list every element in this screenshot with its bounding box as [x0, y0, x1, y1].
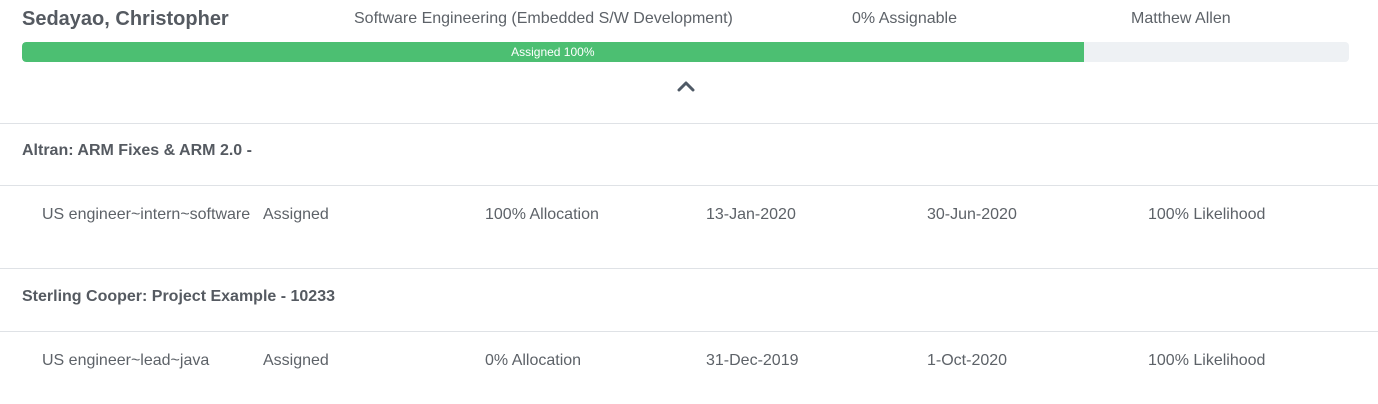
assignment-allocation: 100% Allocation	[485, 206, 599, 223]
person-discipline: Software Engineering (Embedded S/W Devel…	[354, 10, 733, 27]
assignment-end-date: 1-Oct-2020	[927, 352, 1008, 369]
project-title[interactable]: Altran: ARM Fixes & ARM 2.0 -	[22, 142, 252, 160]
person-manager: Matthew Allen	[1131, 10, 1231, 27]
collapse-toggle-button[interactable]	[672, 74, 700, 98]
assignment-status: Assigned	[263, 206, 329, 223]
person-name[interactable]: Sedayao, Christopher	[22, 8, 229, 31]
assignment-role: US engineer~intern~software	[42, 206, 251, 223]
assignment-end-date: 30-Jun-2020	[927, 206, 1017, 223]
assignment-progress-label: Assigned 100%	[511, 45, 595, 59]
divider	[0, 331, 1378, 332]
assignment-start-date: 31-Dec-2019	[706, 352, 799, 369]
divider	[0, 123, 1378, 124]
assignment-likelihood: 100% Likelihood	[1148, 352, 1266, 369]
assignment-status: Assigned	[263, 352, 329, 369]
chevron-up-icon	[677, 81, 695, 92]
assignment-role: US engineer~lead~java	[42, 352, 210, 369]
assignment-start-date: 13-Jan-2020	[706, 206, 796, 223]
divider	[0, 185, 1378, 186]
assignment-progress-bar: Assigned 100%	[22, 42, 1349, 62]
project-title[interactable]: Sterling Cooper: Project Example - 10233	[22, 288, 335, 306]
assignment-allocation: 0% Allocation	[485, 352, 582, 369]
assignment-likelihood: 100% Likelihood	[1148, 206, 1266, 223]
person-header: Sedayao, Christopher Software Engineerin…	[0, 0, 1378, 40]
person-assignable: 0% Assignable	[852, 10, 957, 27]
resource-card: Sedayao, Christopher Software Engineerin…	[0, 0, 1378, 404]
divider	[0, 268, 1378, 269]
